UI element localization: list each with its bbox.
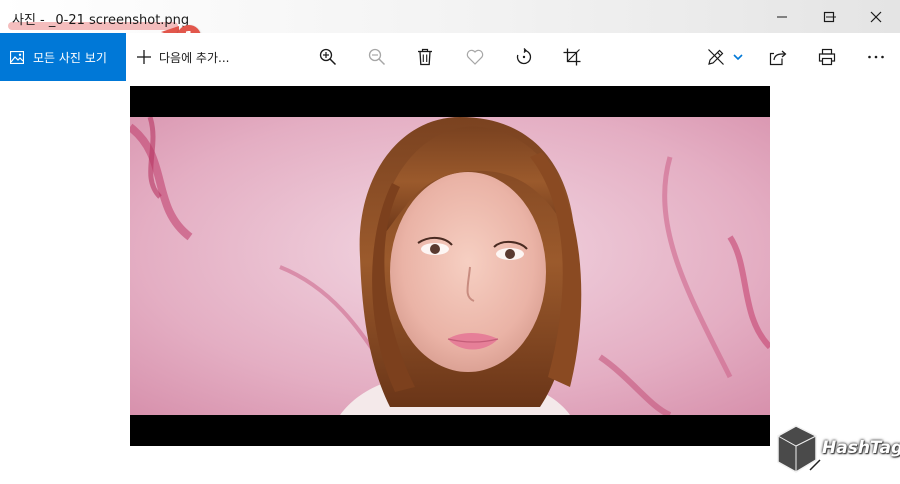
more-button[interactable] bbox=[860, 41, 892, 73]
edit-menu-dropdown[interactable] bbox=[727, 41, 749, 73]
plus-icon bbox=[137, 50, 151, 64]
rotate-button[interactable] bbox=[508, 41, 540, 73]
crop-icon bbox=[563, 48, 581, 66]
share-button[interactable] bbox=[762, 41, 794, 73]
zoom-in-button[interactable] bbox=[312, 41, 344, 73]
close-icon bbox=[870, 11, 882, 22]
displayed-photo bbox=[130, 117, 770, 415]
hashtag-watermark: HashTag bbox=[776, 424, 900, 474]
image-viewer[interactable] bbox=[130, 86, 770, 446]
share-icon bbox=[769, 50, 787, 65]
minimize-button-2[interactable] bbox=[759, 0, 805, 33]
hashtag-logo-icon bbox=[777, 425, 821, 473]
crop-button[interactable] bbox=[556, 41, 588, 73]
photo-gallery-icon bbox=[10, 50, 24, 64]
zoom-out-button[interactable] bbox=[361, 41, 393, 73]
add-to-button[interactable]: 다음에 추가... bbox=[136, 33, 229, 81]
rotate-icon bbox=[516, 48, 532, 65]
edit-draw-icon bbox=[708, 49, 724, 65]
print-button[interactable] bbox=[811, 41, 843, 73]
print-icon bbox=[818, 48, 836, 66]
favorite-icon bbox=[466, 49, 484, 65]
favorite-button[interactable] bbox=[459, 41, 491, 73]
all-photos-button[interactable]: 모든 사진 보기 bbox=[0, 33, 126, 81]
delete-button[interactable] bbox=[409, 41, 441, 73]
more-icon bbox=[868, 55, 884, 59]
toolbar: 모든 사진 보기 다음에 추가... bbox=[0, 33, 900, 81]
zoom-out-icon bbox=[368, 48, 386, 66]
maximize-icon bbox=[823, 11, 835, 22]
portrait-image bbox=[130, 117, 770, 415]
zoom-in-icon bbox=[319, 48, 337, 66]
watermark-text: HashTag bbox=[822, 438, 900, 458]
close-button[interactable] bbox=[853, 0, 899, 33]
add-to-label: 다음에 추가... bbox=[159, 50, 230, 65]
maximize-button[interactable] bbox=[806, 0, 852, 33]
chevron-down-icon bbox=[733, 54, 743, 61]
delete-icon bbox=[418, 48, 432, 66]
all-photos-label: 모든 사진 보기 bbox=[33, 50, 107, 65]
minimize-icon bbox=[777, 16, 787, 17]
